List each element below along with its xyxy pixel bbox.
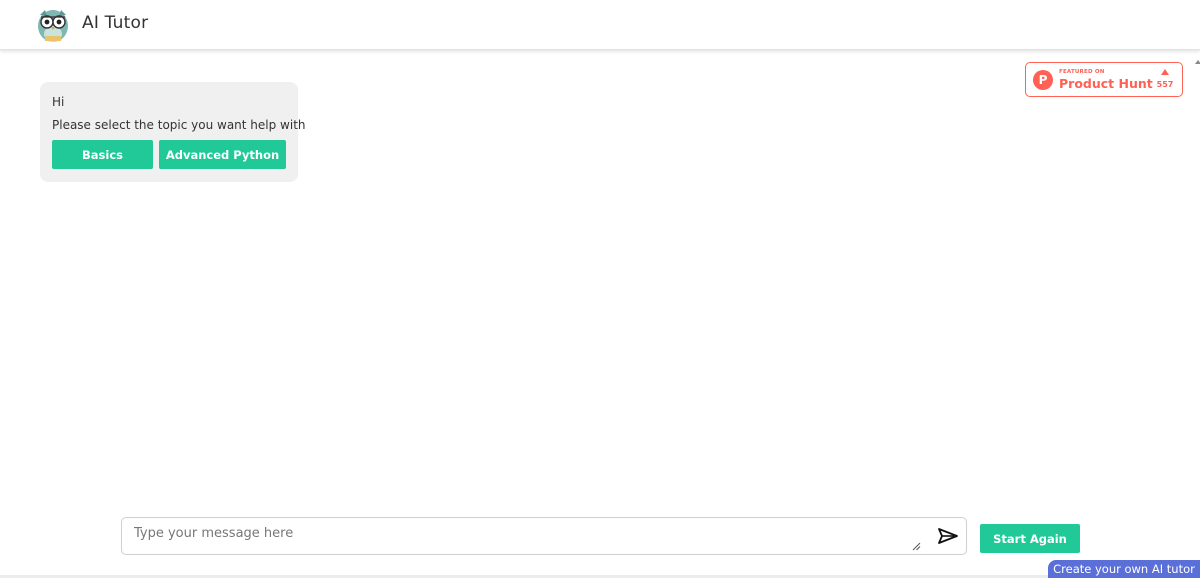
topic-prompt-message: Please select the topic you want help wi… — [52, 118, 306, 132]
product-hunt-badge[interactable]: P FEATURED ON Product Hunt 557 — [1025, 62, 1183, 97]
product-hunt-name: Product Hunt — [1059, 76, 1153, 91]
app-header: AI Tutor — [0, 0, 1200, 50]
owl-icon[interactable] — [36, 7, 70, 43]
upvote-arrow-icon — [1161, 69, 1169, 75]
basics-topic-button[interactable]: Basics — [52, 140, 153, 169]
advanced-python-topic-button[interactable]: Advanced Python — [159, 140, 286, 169]
greeting-message: Hi — [52, 95, 65, 109]
send-icon[interactable] — [937, 527, 959, 545]
resize-grip-icon[interactable] — [912, 542, 921, 551]
app-title: AI Tutor — [82, 13, 149, 33]
product-hunt-logo-icon: P — [1033, 70, 1053, 90]
start-again-button[interactable]: Start Again — [980, 524, 1080, 553]
upvote-count: 557 — [1156, 80, 1174, 89]
message-composer — [121, 517, 967, 555]
bot-message-bubble: Hi Please select the topic you want help… — [40, 82, 306, 182]
product-hunt-featured-label: FEATURED ON — [1059, 69, 1105, 75]
scroll-up-icon[interactable] — [1195, 60, 1200, 64]
message-input[interactable] — [134, 526, 914, 548]
create-tutor-link[interactable]: Create your own AI tutor — [1048, 560, 1200, 578]
